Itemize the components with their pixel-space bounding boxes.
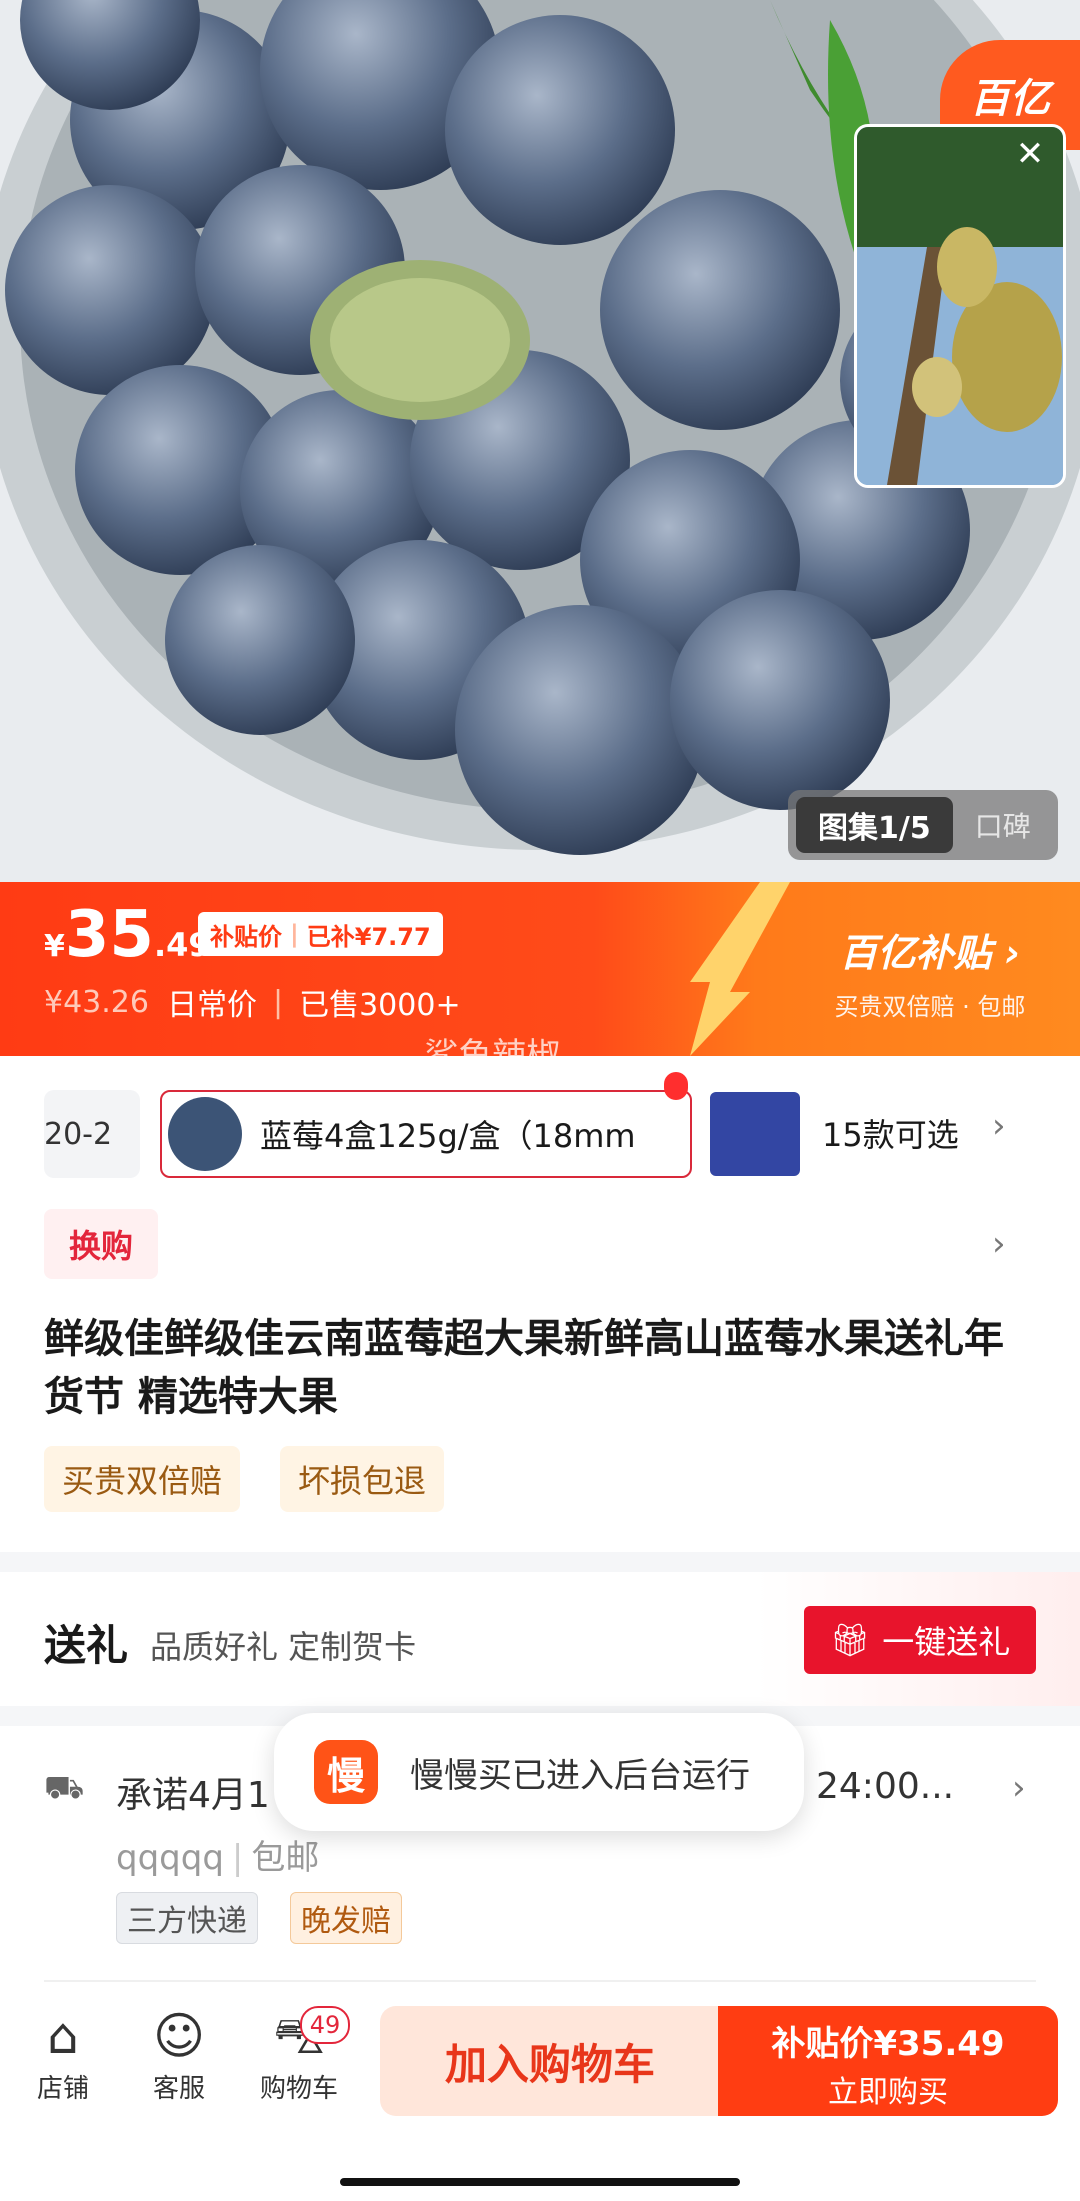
shipping-promise-time[interactable]: 24:00... <box>816 1766 954 1807</box>
sku-thumbnail-alt[interactable] <box>710 1092 800 1176</box>
product-title: 鲜级佳鲜级佳云南蓝莓超大果新鲜高山蓝莓水果送礼年货节 精选特大果 <box>44 1316 1004 1420</box>
tab-gallery[interactable]: 图集1/5 <box>796 797 953 853</box>
shipping-subline: qqqqq | 包邮 <box>116 1838 320 1878</box>
original-price-label: 日常价 <box>166 988 257 1023</box>
gift-icon: 🎁︎ <box>829 1621 871 1659</box>
sold-count: 已售3000+ <box>299 988 461 1023</box>
gift-section: 送礼 品质好礼 定制贺卡 🎁︎ 一键送礼 <box>0 1572 1080 1706</box>
tab-reviews[interactable]: 口碑 <box>953 805 1031 845</box>
lightning-bolt-icon <box>690 882 790 1056</box>
toast-message: 慢慢买已进入后台运行 <box>410 1755 750 1796</box>
bottom-divider <box>44 1980 1036 1982</box>
chevron-right-icon[interactable]: › <box>992 1106 1006 1146</box>
tag-third-party-express: 三方快递 <box>116 1892 258 1944</box>
close-icon[interactable]: ✕ <box>1010 134 1050 174</box>
floating-video-player[interactable] <box>854 124 1066 488</box>
gift-title: 送礼 <box>44 1621 129 1670</box>
sku-chip-previous[interactable]: 20-2 <box>44 1090 140 1178</box>
customer-service-button[interactable]: ☺ 客服 <box>134 2004 224 2105</box>
watermark: -鲨鱼辣椒 <box>412 1036 561 1076</box>
home-indicator[interactable] <box>340 2178 740 2186</box>
add-to-cart-button[interactable]: 加入购物车 <box>380 2006 720 2116</box>
one-click-gift-button[interactable]: 🎁︎ 一键送礼 <box>804 1606 1036 1674</box>
badge-double-refund: 买贵双倍赔 <box>44 1446 241 1512</box>
shipping-promise[interactable]: 承诺4月1 <box>116 1766 270 1818</box>
sku-more-options[interactable]: 15款可选 <box>822 1110 959 1156</box>
sku-thumbnail <box>168 1097 242 1171</box>
chevron-right-icon: › <box>1004 931 1021 975</box>
tag-late-compensation: 晚发赔 <box>290 1892 402 1944</box>
chevron-right-icon[interactable]: › <box>1012 1768 1026 1808</box>
background-running-toast: 慢 慢慢买已进入后台运行 <box>274 1713 804 1831</box>
current-price: ¥35.49 <box>44 898 211 972</box>
app-logo-icon: 慢 <box>314 1740 378 1804</box>
cart-count-badge: 49 <box>300 2006 350 2044</box>
subsidy-tag: 补贴价 | 已补¥7.77 <box>198 912 443 956</box>
original-price: ¥43.26 <box>44 984 149 1020</box>
badge-damage-return: 坏损包退 <box>280 1446 445 1512</box>
hot-flame-icon <box>664 1072 688 1100</box>
swap-tag[interactable]: 换购 <box>44 1209 158 1279</box>
chevron-right-icon[interactable]: › <box>992 1224 1006 1264</box>
buy-now-button[interactable]: 补贴价¥35.49 立即购买 <box>718 2006 1058 2116</box>
smiley-icon: ☺ <box>152 2007 206 2065</box>
store-icon: ⌂ <box>47 2007 79 2065</box>
original-price-row: ¥43.26 日常价 | 已售3000+ <box>44 980 461 1024</box>
gift-subtitle: 品质好礼 定制贺卡 <box>150 1628 417 1666</box>
sku-chip-selected[interactable]: 蓝莓4盒125g/盒（18mm <box>160 1090 692 1178</box>
section-divider <box>0 1552 1080 1572</box>
subsidy-brand-link[interactable]: 百亿补贴 › 买贵双倍赔 · 包邮 <box>800 922 1060 1022</box>
store-button[interactable]: ⌂ 店铺 <box>18 2004 108 2105</box>
gallery-switcher[interactable]: 图集1/5 口碑 <box>788 790 1058 860</box>
delivery-truck-icon: ⛟ <box>44 1768 85 1806</box>
durian-video-thumbnail <box>857 127 1063 485</box>
sku-selector[interactable]: 20-2 蓝莓4盒125g/盒（18mm 15款可选 › <box>0 1072 1080 1182</box>
